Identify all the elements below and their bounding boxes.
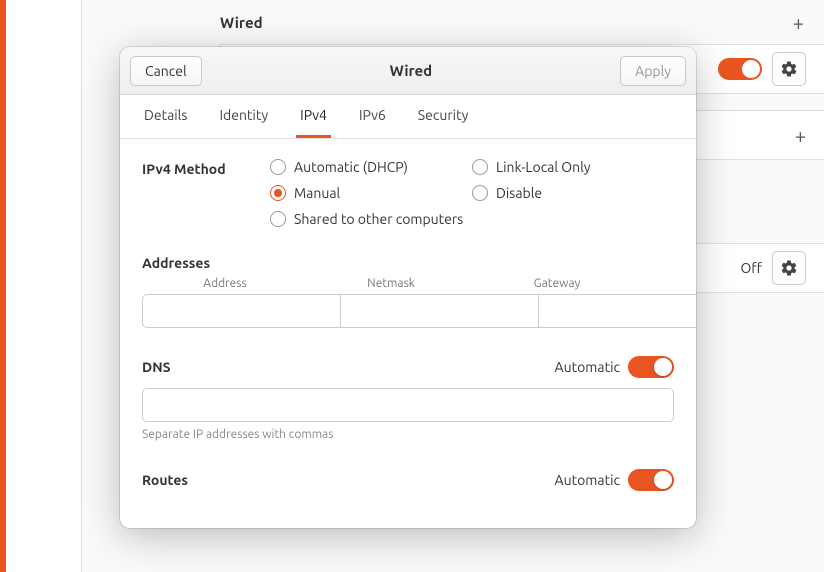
radio-icon xyxy=(472,185,488,201)
tab-security[interactable]: Security xyxy=(414,95,473,138)
dialog-tabs: Details Identity IPv4 IPv6 Security xyxy=(120,95,696,139)
ipv4-method-row: IPv4 Method Automatic (DHCP) Link-Local … xyxy=(142,159,674,227)
dialog-header: Cancel Wired Apply xyxy=(120,47,696,95)
dns-automatic-toggle[interactable] xyxy=(628,356,674,378)
plus-icon[interactable]: + xyxy=(793,11,804,34)
routes-automatic-label: Automatic xyxy=(555,472,620,488)
dns-section: DNS Automatic Separate IP addresses with… xyxy=(142,356,674,441)
radio-automatic-dhcp[interactable]: Automatic (DHCP) xyxy=(270,159,472,175)
ipv4-method-label: IPv4 Method xyxy=(142,159,270,227)
dialog-content: IPv4 Method Automatic (DHCP) Link-Local … xyxy=(120,139,696,528)
settings-sidebar xyxy=(6,0,82,572)
radio-icon xyxy=(472,159,488,175)
radio-label: Automatic (DHCP) xyxy=(294,159,408,175)
ipv4-method-options: Automatic (DHCP) Link-Local Only Manual … xyxy=(270,159,674,227)
radio-shared[interactable]: Shared to other computers xyxy=(270,211,674,227)
radio-icon xyxy=(270,159,286,175)
bg-settings-button-2[interactable] xyxy=(772,251,806,285)
apply-button[interactable]: Apply xyxy=(620,56,686,86)
bg-section-title: Wired xyxy=(220,14,263,31)
routes-automatic-toggle[interactable] xyxy=(628,469,674,491)
header-gateway: Gateway xyxy=(474,277,640,290)
gateway-input[interactable] xyxy=(539,294,696,328)
gear-icon xyxy=(780,259,798,277)
radio-label: Disable xyxy=(496,185,542,201)
dns-title: DNS xyxy=(142,359,171,375)
header-netmask: Netmask xyxy=(308,277,474,290)
header-address: Address xyxy=(142,277,308,290)
radio-icon xyxy=(270,211,286,227)
radio-label: Shared to other computers xyxy=(294,211,463,227)
tab-ipv4[interactable]: IPv4 xyxy=(296,95,331,138)
address-row xyxy=(142,294,674,328)
bg-connection-toggle[interactable] xyxy=(718,58,762,80)
addresses-section: Addresses Address Netmask Gateway xyxy=(142,255,674,328)
bg-section-header: Wired + xyxy=(82,0,824,44)
radio-label: Link-Local Only xyxy=(496,159,591,175)
radio-icon xyxy=(270,185,286,201)
dns-input[interactable] xyxy=(142,388,674,422)
routes-section: Routes Automatic xyxy=(142,469,674,491)
radio-label: Manual xyxy=(294,185,340,201)
tab-ipv6[interactable]: IPv6 xyxy=(355,95,390,138)
dns-automatic-label: Automatic xyxy=(555,359,620,375)
address-input[interactable] xyxy=(142,294,341,328)
bg-off-label: Off xyxy=(740,260,762,276)
dialog-title: Wired xyxy=(202,62,620,79)
tab-details[interactable]: Details xyxy=(140,95,191,138)
addresses-title: Addresses xyxy=(142,255,210,271)
gear-icon xyxy=(780,60,798,78)
plus-icon[interactable]: + xyxy=(795,124,806,147)
cancel-button[interactable]: Cancel xyxy=(130,56,202,86)
connection-dialog: Cancel Wired Apply Details Identity IPv4… xyxy=(120,47,696,528)
radio-link-local[interactable]: Link-Local Only xyxy=(472,159,674,175)
routes-title: Routes xyxy=(142,472,188,488)
dns-hint: Separate IP addresses with commas xyxy=(142,428,674,441)
bg-connection-settings-button[interactable] xyxy=(772,52,806,86)
radio-disable[interactable]: Disable xyxy=(472,185,674,201)
tab-identity[interactable]: Identity xyxy=(215,95,272,138)
radio-manual[interactable]: Manual xyxy=(270,185,472,201)
addresses-headers: Address Netmask Gateway xyxy=(142,277,674,290)
netmask-input[interactable] xyxy=(341,294,539,328)
